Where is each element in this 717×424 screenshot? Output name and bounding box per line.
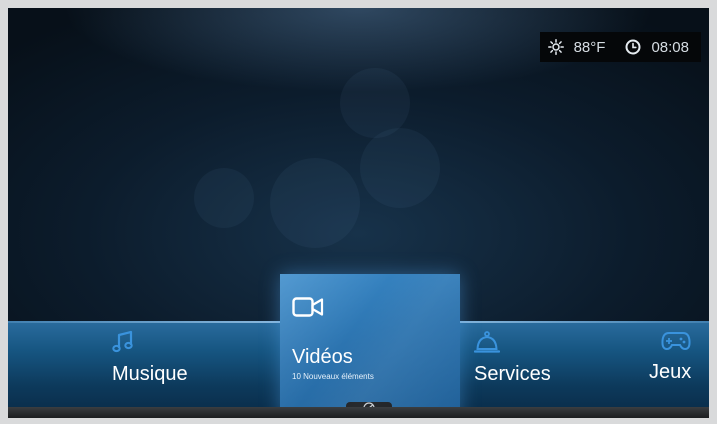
menu-item-services[interactable]: Services <box>473 330 551 386</box>
menu-item-musique[interactable]: Musique <box>112 330 188 386</box>
temperature-text: 88°F <box>573 38 606 56</box>
weather-status: 88°F <box>547 38 606 56</box>
gamepad-icon <box>649 330 691 357</box>
menu-item-label: Musique <box>112 363 188 385</box>
new-items-count: 10 Nouveaux éléments <box>292 372 374 381</box>
menu-item-videos[interactable]: Vidéos 10 Nouveaux éléments <box>280 274 460 418</box>
sun-icon <box>547 39 564 55</box>
bottom-strip <box>8 407 709 418</box>
music-note-icon <box>112 330 188 359</box>
menu-item-jeux[interactable]: Jeux <box>649 330 691 384</box>
menu-item-label: Jeux <box>649 361 692 383</box>
media-player-home-screen: 88°F 08:08 Musique Services Jeux Vidéos … <box>8 8 709 418</box>
service-bell-icon <box>473 330 551 359</box>
menu-item-label: Vidéos <box>292 346 353 368</box>
time-text: 08:08 <box>651 38 689 56</box>
status-bar: 88°F 08:08 <box>539 32 701 62</box>
background-bokeh <box>270 158 360 248</box>
menu-item-label: Services <box>474 363 551 385</box>
clock-icon <box>625 39 641 55</box>
video-camera-icon <box>292 296 324 323</box>
background-bokeh <box>194 168 254 228</box>
background-bokeh <box>360 128 440 208</box>
clock-status: 08:08 <box>625 39 689 56</box>
